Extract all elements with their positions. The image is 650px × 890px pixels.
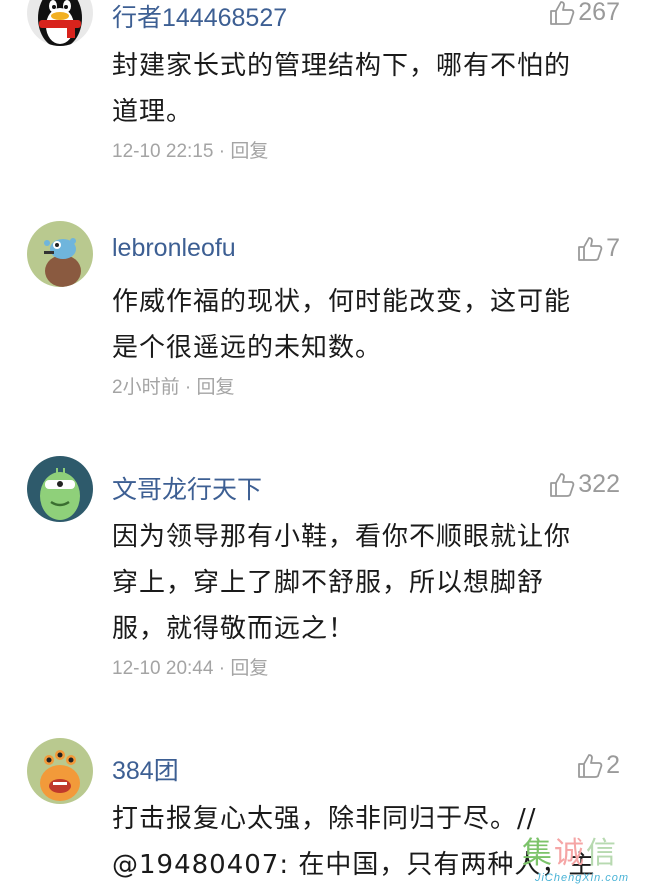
watermark-url: JiChengXin.com — [534, 872, 630, 884]
comment-text-line: 因为领导那有小鞋，看你不顺眼就让你 — [112, 522, 572, 552]
reply-button[interactable]: 回复 — [230, 141, 268, 162]
like-count: 7 — [606, 234, 620, 262]
comment-text: 封建家长式的管理结构下，哪有不怕的 道理。 — [112, 43, 617, 135]
comment-username[interactable]: lebronleofu — [112, 234, 236, 263]
comment-meta: 2小时前 · 回复 — [112, 372, 234, 399]
comment-time: 2小时前 — [112, 377, 180, 398]
thumbs-up-icon — [578, 236, 603, 261]
comment-text-line: 穿上，穿上了脚不舒服，所以想脚舒 — [112, 568, 545, 598]
comment-text-line: 是个很遥远的未知数。 — [112, 333, 383, 363]
meta-separator: · — [213, 658, 231, 679]
comment-text-line: 道理。 — [112, 97, 194, 127]
watermark-char: 诚 — [554, 836, 584, 871]
comment-meta: 12-10 22:15 · 回复 — [112, 136, 268, 163]
watermark-chars: 集 诚 信 — [522, 836, 642, 872]
green-monster-avatar-icon[interactable] — [27, 456, 93, 522]
penguin-avatar-icon[interactable] — [27, 0, 93, 46]
comment-username[interactable]: 384团 — [112, 751, 179, 787]
comment-time: 12-10 22:15 — [112, 141, 214, 162]
comment-username[interactable]: 行者144468527 — [112, 0, 287, 34]
watermark-char: 信 — [586, 836, 616, 871]
watermark-logo: 集 诚 信 JiChengXin.com — [522, 836, 642, 886]
thumbs-up-icon — [550, 0, 575, 25]
like-count: 322 — [578, 470, 620, 498]
watermark-char: 集 — [522, 836, 552, 871]
comment-meta: 12-10 20:44 · 回复 — [112, 653, 268, 680]
like-button[interactable]: 267 — [548, 0, 620, 27]
reply-button[interactable]: 回复 — [196, 377, 234, 398]
thumbs-up-icon — [550, 472, 575, 497]
like-button[interactable]: 2 — [576, 751, 620, 780]
thumbs-up-icon — [578, 753, 603, 778]
reply-button[interactable]: 回复 — [230, 658, 268, 679]
like-count: 267 — [578, 0, 620, 26]
comment-time: 12-10 20:44 — [112, 658, 214, 679]
like-button[interactable]: 7 — [576, 234, 620, 263]
meta-separator: · — [179, 377, 197, 398]
like-button[interactable]: 322 — [548, 470, 620, 499]
comment-text-line: 服，就得敬而远之！ — [112, 614, 356, 644]
like-count: 2 — [606, 751, 620, 779]
meta-separator: · — [213, 141, 231, 162]
comment-text: 作威作福的现状，何时能改变，这可能 是个很遥远的未知数。 — [112, 279, 617, 371]
comment-text: 因为领导那有小鞋，看你不顺眼就让你 穿上，穿上了脚不舒服，所以想脚舒 服，就得敬… — [112, 514, 617, 652]
orange-monster-avatar-icon[interactable] — [27, 738, 93, 804]
comment-text-line: 封建家长式的管理结构下，哪有不怕的 — [112, 51, 572, 81]
comment-username[interactable]: 文哥龙行天下 — [112, 470, 262, 506]
cartoon-creature-avatar-icon[interactable] — [27, 221, 93, 287]
comment-text-line: 作威作福的现状，何时能改变，这可能 — [112, 287, 572, 317]
